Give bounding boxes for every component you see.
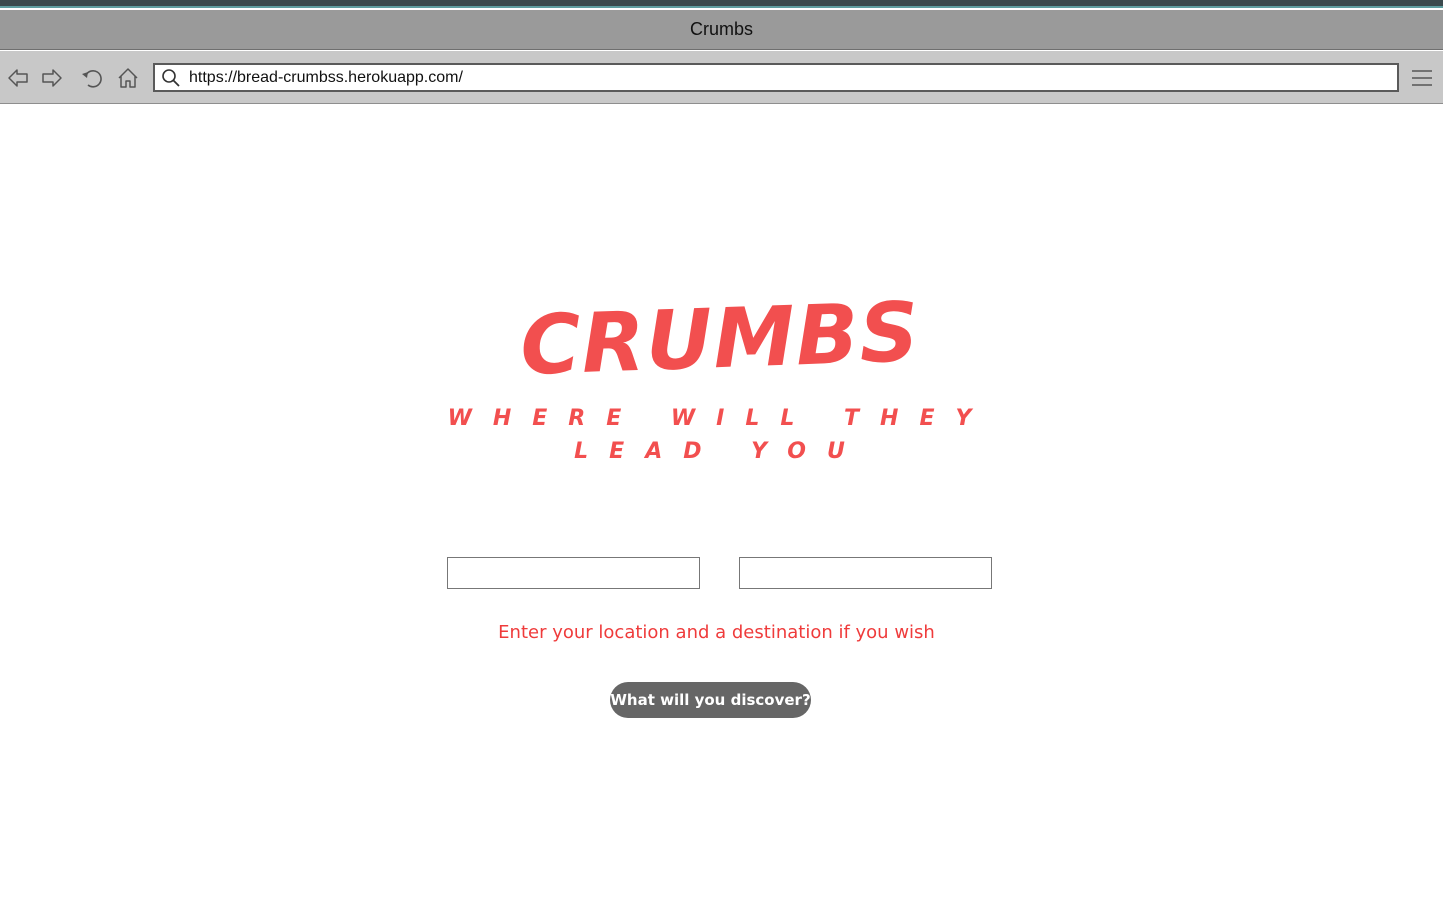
instruction-text: Enter your location and a destination if… (498, 622, 935, 643)
logo-title: CRUMBS (518, 285, 922, 394)
window-titlebar: Crumbs (0, 10, 1443, 50)
window-top-strip (0, 0, 1443, 8)
destination-input[interactable] (739, 557, 992, 589)
browser-toolbar (0, 51, 1443, 104)
crumbs-logo: CRUMBS WHERE WILL THEY LEAD YOU (440, 285, 1000, 465)
forward-arrow-icon (42, 69, 62, 87)
reload-icon (82, 70, 102, 88)
back-button[interactable] (4, 64, 32, 92)
discover-button[interactable]: What will you discover? (610, 682, 811, 718)
forward-button[interactable] (38, 64, 66, 92)
reload-button[interactable] (78, 64, 106, 92)
location-input[interactable] (447, 557, 700, 589)
page-content: CRUMBS WHERE WILL THEY LEAD YOU Enter yo… (0, 105, 1443, 910)
logo-tagline: WHERE WILL THEY LEAD YOU (447, 406, 993, 464)
search-icon (162, 69, 180, 87)
hamburger-menu-icon (1412, 70, 1432, 86)
browser-menu-button[interactable] (1410, 67, 1434, 89)
address-bar[interactable] (153, 63, 1399, 92)
window-title: Crumbs (689, 19, 753, 39)
back-arrow-icon (8, 69, 28, 87)
url-input[interactable] (189, 65, 1389, 90)
home-icon (118, 68, 138, 88)
home-button[interactable] (114, 64, 142, 92)
